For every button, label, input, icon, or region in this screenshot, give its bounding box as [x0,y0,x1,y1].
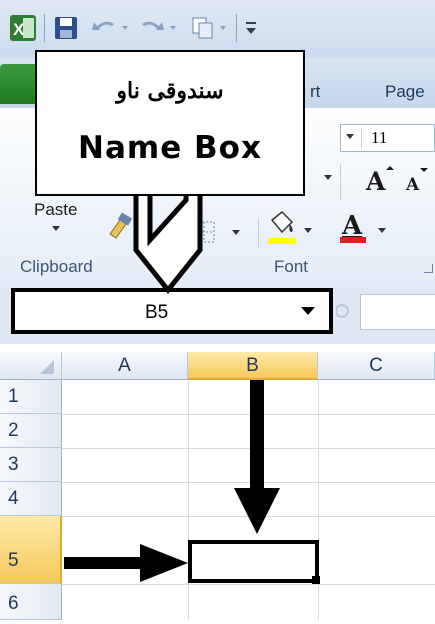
down-arrow-head-icon [234,488,280,534]
right-arrow-head-icon [140,544,188,582]
down-arrow-shaft [250,380,264,490]
right-arrow-shaft [64,557,142,569]
callout-english-label: Name Box [78,130,262,166]
callout-kurdish-label: سندوقی ناو [116,78,224,104]
name-box-callout: سندوقی ناو Name Box [35,50,305,196]
